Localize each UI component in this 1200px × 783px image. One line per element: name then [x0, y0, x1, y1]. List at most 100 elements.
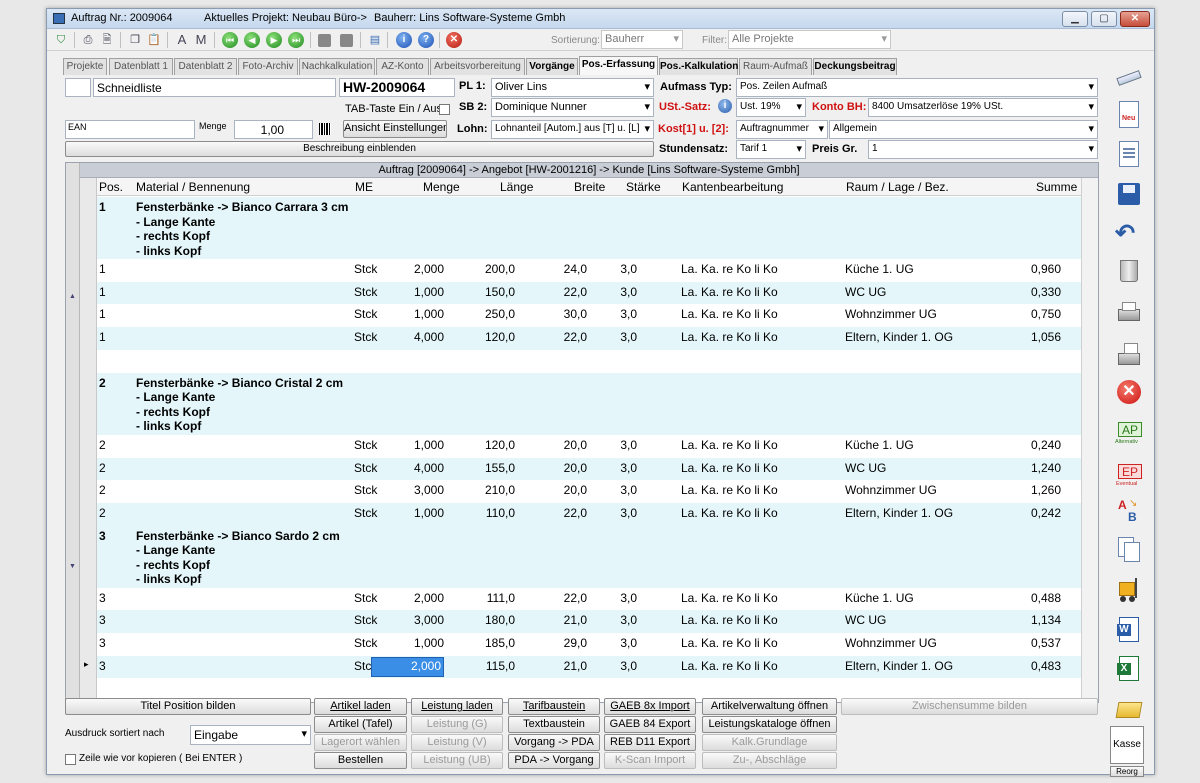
tarifbaustein-button[interactable]: Tarifbaustein	[508, 698, 600, 715]
artikel-laden-button[interactable]: Artikel laden	[314, 698, 407, 715]
lagerort-waehlen-button[interactable]: Lagerort wählen	[314, 734, 407, 751]
last-record-icon[interactable]: ⏭	[288, 32, 304, 48]
printer-icon[interactable]	[1115, 299, 1143, 327]
new-document-icon[interactable]: Neu	[1115, 101, 1143, 129]
document-icon[interactable]: ▤	[367, 32, 383, 48]
eventual-position-icon[interactable]: EP Eventual	[1115, 462, 1143, 490]
ruler-icon[interactable]	[1115, 64, 1143, 92]
artikel-tafel-button[interactable]: Artikel (Tafel)	[314, 716, 407, 733]
paste-icon[interactable]: 📋	[146, 32, 162, 48]
bestellen-button[interactable]: Bestellen	[314, 752, 407, 769]
title-position-button[interactable]: Titel Position bilden	[65, 698, 311, 715]
reb-d11-export-button[interactable]: REB D11 Export	[604, 734, 696, 751]
print-settings-icon[interactable]	[1115, 341, 1143, 369]
tab-foto-archiv[interactable]: Foto-Archiv	[238, 58, 298, 75]
zwischensumme-button[interactable]: Zwischensumme bilden	[841, 698, 1098, 715]
col-pos[interactable]: Pos.	[99, 180, 123, 194]
table-row[interactable]: 1 Stck 1,000 150,0 22,0 3,0 La. Ka. re Ko li K…	[97, 281, 1081, 305]
scroll-down-icon[interactable]: ▼	[69, 563, 76, 570]
undo-icon[interactable]: ↶	[1115, 219, 1143, 247]
maximize-button[interactable]: ▢	[1091, 11, 1117, 27]
copy-row-checkbox[interactable]	[65, 754, 76, 765]
edit-document-icon[interactable]	[1115, 141, 1143, 169]
col-menge[interactable]: Menge	[423, 180, 460, 194]
stundensatz-select[interactable]: Tarif 1	[736, 140, 806, 159]
ean-field[interactable]: EAN	[65, 120, 195, 139]
col-breite[interactable]: Breite	[574, 180, 605, 194]
show-description-button[interactable]: Beschreibung einblenden	[65, 141, 654, 157]
table-row[interactable]: 2 Stck 1,000 120,0 20,0 3,0 La. Ka. re Ko li K…	[97, 435, 1081, 458]
minimize-button[interactable]: ▁	[1062, 11, 1088, 27]
info-icon[interactable]: i	[396, 32, 412, 48]
lohn-select[interactable]: Lohnanteil [Autom.] aus [T] u. [L]	[491, 120, 654, 139]
gaeb-84-export-button[interactable]: GAEB 84 Export	[604, 716, 696, 733]
group-row[interactable]: 1 Fensterbänke -> Bianco Carrara 3 cm - La…	[97, 197, 1081, 259]
grid-splitter[interactable]: ▲ ▼	[66, 163, 80, 702]
scroll-up-icon[interactable]: ▲	[69, 293, 76, 300]
font-a-icon[interactable]: A	[174, 32, 190, 48]
reorg-button[interactable]: Reorg	[1110, 766, 1144, 777]
menge-field[interactable]: 1,00	[234, 120, 313, 139]
barcode-icon[interactable]	[319, 123, 331, 135]
view-settings-button[interactable]: Ansicht Einstellungen	[343, 120, 447, 138]
vorgang-pda-button[interactable]: Vorgang -> PDA	[508, 734, 600, 751]
shield-icon[interactable]: ⛉	[53, 32, 69, 48]
table-row[interactable]: 1 Stck 4,000 120,0 22,0 3,0 La. Ka. re Ko li K…	[97, 327, 1081, 350]
tab-arbeitsvorbereitung[interactable]: Arbeitsvorbereitung	[430, 58, 525, 75]
filter-select[interactable]: Alle Projekte	[728, 30, 891, 49]
alternative-position-icon[interactable]: AP Alternativ	[1115, 420, 1143, 448]
stop-icon[interactable]	[318, 34, 331, 47]
table-row[interactable]: 3 Stck 1,000 185,0 29,0 3,0 La. Ka. re Ko li K…	[97, 633, 1081, 656]
tab-datenblatt-1[interactable]: Datenblatt 1	[109, 58, 173, 75]
col-kanten[interactable]: Kantenbearbeitung	[682, 180, 783, 194]
col-me[interactable]: ME	[355, 180, 373, 194]
cancel-icon[interactable]: ✕	[446, 32, 462, 48]
excel-export-icon[interactable]: X	[1115, 655, 1143, 683]
sort-select[interactable]: Bauherr	[601, 30, 683, 49]
gaeb-8x-import-button[interactable]: GAEB 8x Import	[604, 698, 696, 715]
next-record-icon[interactable]: ▶	[266, 32, 282, 48]
table-row[interactable]: 1 Stck 1,000 250,0 30,0 3,0 La. Ka. re Ko li K…	[97, 304, 1081, 327]
leistung-v-button[interactable]: Leistung (V)	[411, 734, 503, 751]
group-row[interactable]: 3 Fensterbänke -> Bianco Sardo 2 cm - Lang…	[97, 525, 1081, 588]
col-staerke[interactable]: Stärke	[626, 180, 661, 194]
sb2-select[interactable]: Dominique Nunner	[491, 98, 654, 117]
help-icon[interactable]: ?	[418, 32, 434, 48]
previous-record-icon[interactable]: ◀	[244, 32, 260, 48]
folder-icon[interactable]	[1115, 694, 1143, 722]
cancel-icon[interactable]: ✕	[1115, 378, 1143, 406]
textbaustein-button[interactable]: Textbaustein	[508, 716, 600, 733]
group-row[interactable]: 2 Fensterbänke -> Bianco Cristal 2 cm - La…	[97, 372, 1081, 435]
tab-pos-kalkulation[interactable]: Pos.-Kalkulation	[659, 58, 738, 75]
table-row[interactable]: 1 Stck 2,000 200,0 24,0 3,0 La. Ka. re Ko li K…	[97, 259, 1081, 282]
konto-bh-select[interactable]: 8400 Umsatzerlöse 19% USt.	[868, 98, 1098, 117]
tab-deckungsbeitrag[interactable]: Deckungsbeitrag	[813, 58, 897, 75]
col-summe[interactable]: Summe	[1036, 180, 1077, 194]
copy-icon[interactable]: ❐	[127, 32, 143, 48]
tab-toggle-checkbox[interactable]	[439, 104, 450, 115]
sort-ab-icon[interactable]: A B ↘	[1115, 498, 1143, 526]
close-window-button[interactable]: ✕	[1120, 11, 1150, 27]
cell-menge-editing[interactable]: 2,000	[371, 656, 444, 677]
zu-abschlaege-button[interactable]: Zu-, Abschläge	[702, 752, 837, 769]
col-raum[interactable]: Raum / Lage / Bez.	[846, 180, 949, 194]
col-laenge[interactable]: Länge	[500, 180, 533, 194]
col-material[interactable]: Material / Bennenung	[136, 180, 250, 194]
print-sort-select[interactable]: Eingabe	[190, 725, 311, 745]
leistung-ub-button[interactable]: Leistung (UB)	[411, 752, 503, 769]
kscan-import-button[interactable]: K-Scan Import	[604, 752, 696, 769]
table-row[interactable]: 2 Stck 4,000 155,0 20,0 3,0 La. Ka. re Ko li K…	[97, 457, 1081, 481]
info-icon[interactable]: i	[718, 99, 732, 113]
preis-gr-select[interactable]: 1	[868, 140, 1098, 159]
trash-icon[interactable]	[1115, 257, 1143, 285]
aufmass-typ-select[interactable]: Pos. Zeilen Aufmaß	[736, 78, 1098, 97]
word-export-icon[interactable]: W	[1115, 616, 1143, 644]
tab-projekte[interactable]: Projekte	[63, 58, 107, 75]
artikelverwaltung-button[interactable]: Artikelverwaltung öffnen	[702, 698, 837, 715]
stop-all-icon[interactable]	[340, 34, 353, 47]
leistung-g-button[interactable]: Leistung (G)	[411, 716, 503, 733]
copy-document-icon[interactable]	[1115, 536, 1143, 564]
tab-az-konto[interactable]: AZ-Konto	[376, 58, 429, 75]
kost1-select[interactable]: Auftragnummer	[736, 120, 828, 139]
leistung-laden-button[interactable]: Leistung laden	[411, 698, 503, 715]
